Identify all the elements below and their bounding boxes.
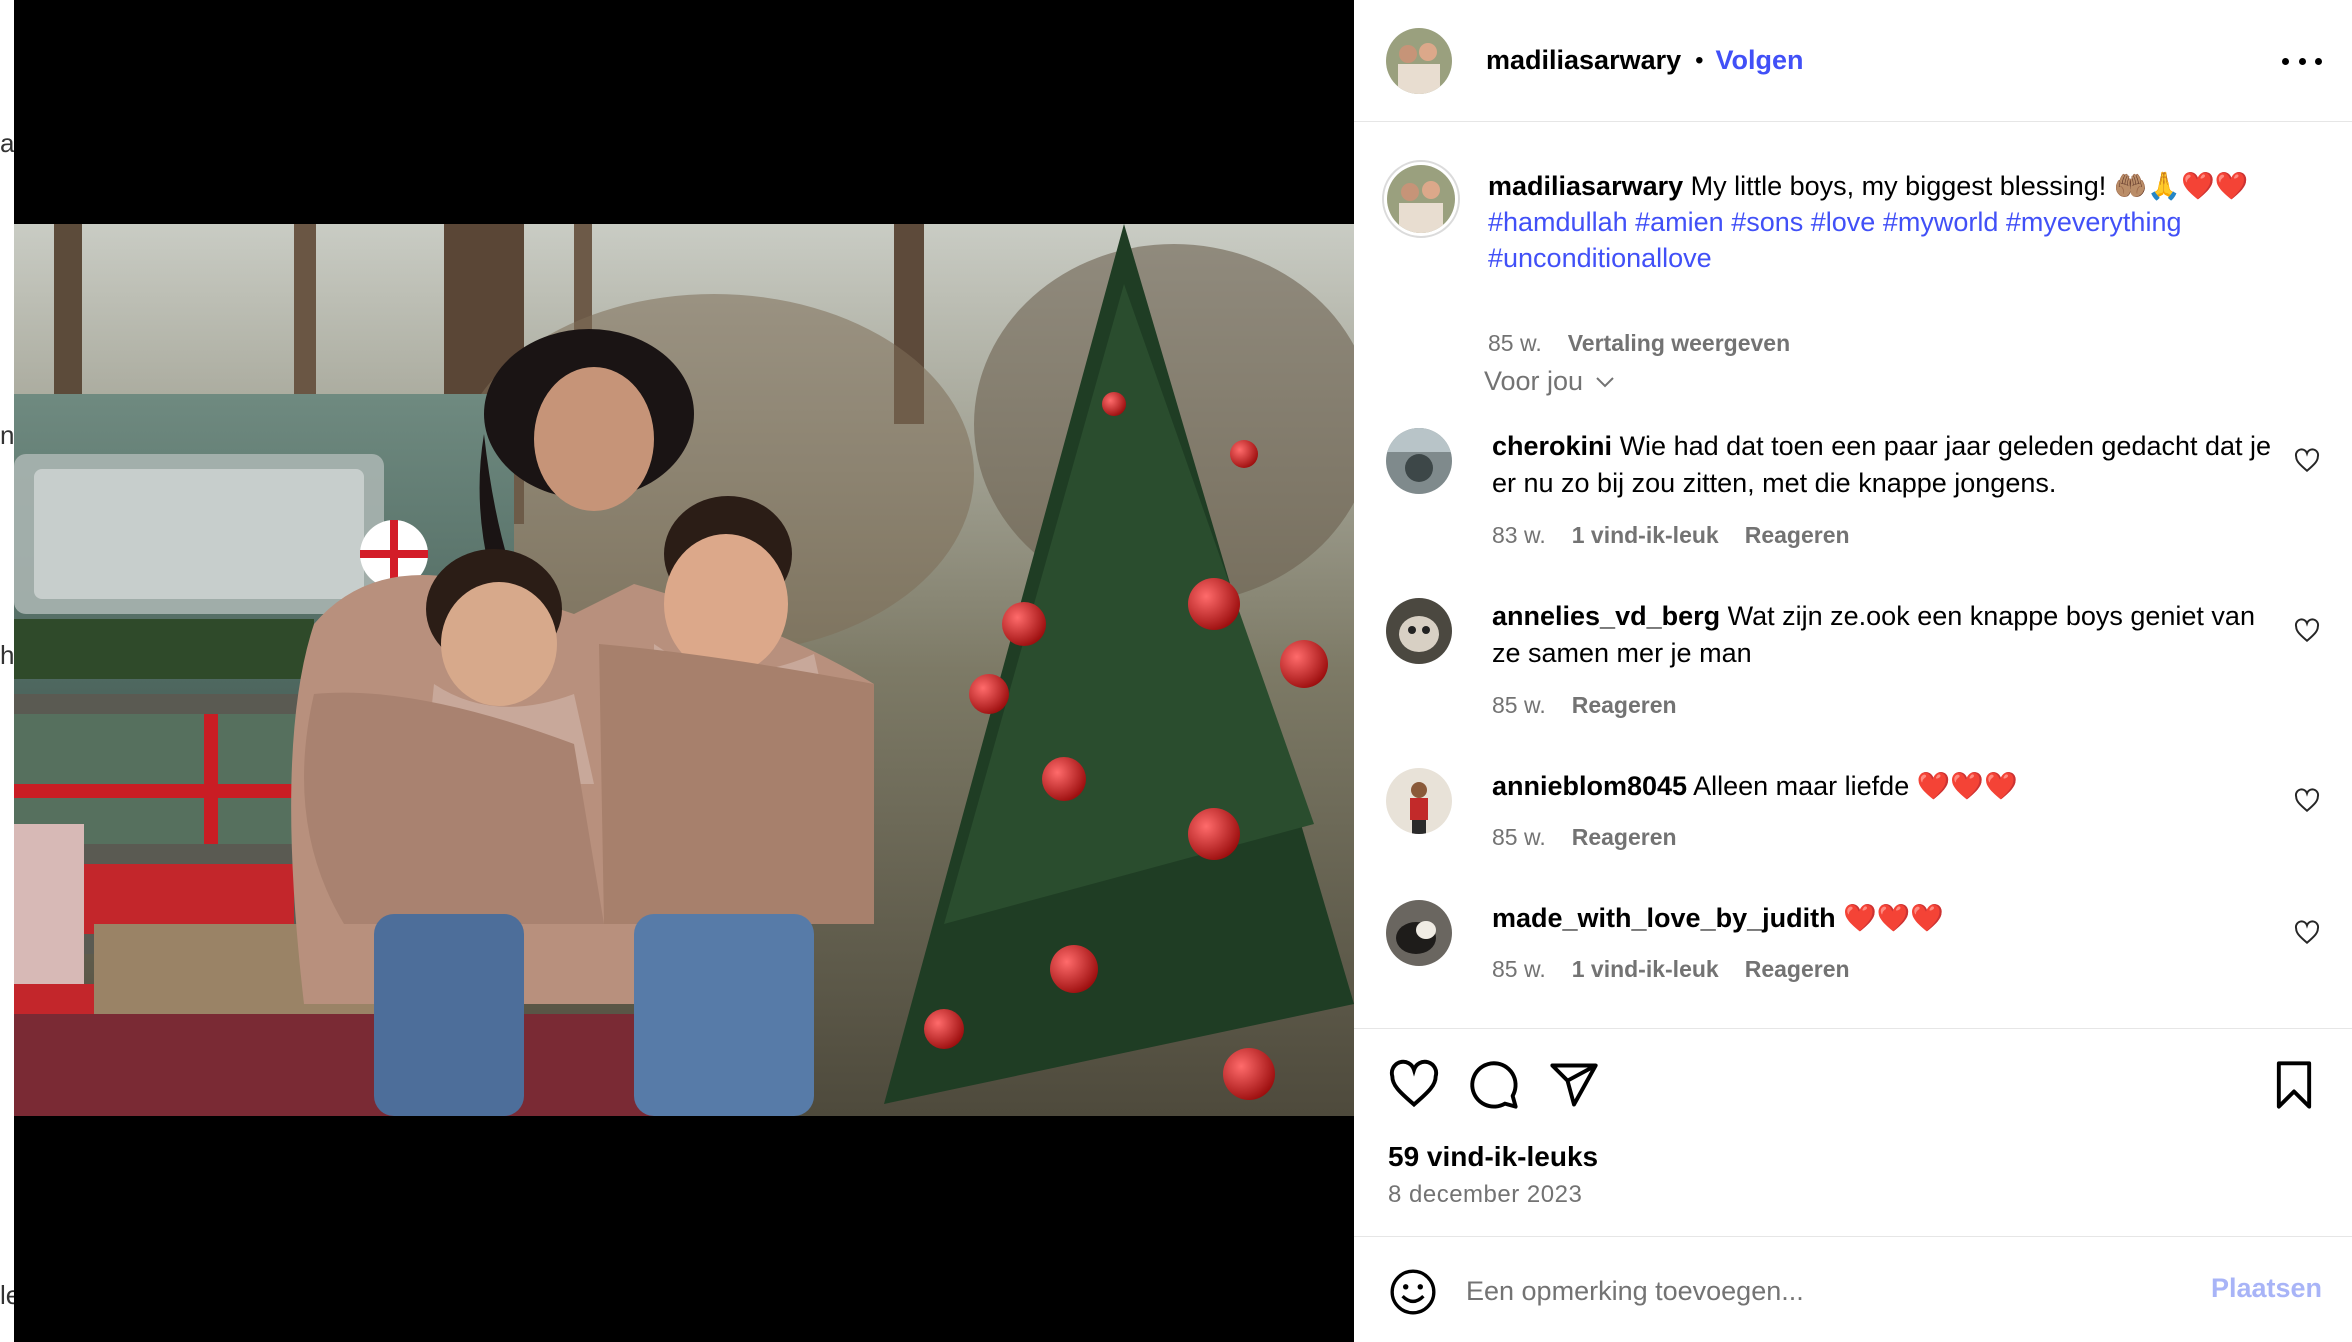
comment-age[interactable]: 85 w.	[1492, 956, 1546, 983]
comment-item: cherokini Wie had dat toen een paar jaar…	[1386, 428, 2326, 548]
follow-button[interactable]: Volgen	[1716, 45, 1804, 76]
commenter-avatar[interactable]	[1386, 598, 1452, 664]
author-avatar[interactable]	[1386, 27, 1452, 94]
commenter-avatar-image	[1386, 598, 1452, 664]
translate-button[interactable]: Vertaling weergeven	[1568, 330, 1790, 357]
commenter-avatar[interactable]	[1386, 428, 1452, 494]
reply-button[interactable]: Reageren	[1572, 692, 1677, 719]
caption-avatar-image	[1387, 165, 1455, 233]
sort-label: Voor jou	[1484, 366, 1584, 396]
sort-dropdown[interactable]: Voor jou	[1484, 366, 1617, 397]
comment-meta: 85 w. 1 vind-ik-leuk Reageren	[1492, 956, 1850, 983]
caption-avatar[interactable]	[1382, 160, 1460, 238]
comment-age[interactable]: 83 w.	[1492, 522, 1546, 549]
comment-meta: 83 w. 1 vind-ik-leuk Reageren	[1492, 522, 1850, 549]
hashtag[interactable]: #love	[1811, 207, 1876, 237]
caption-age[interactable]: 85 w.	[1488, 330, 1542, 357]
comment-input[interactable]	[1466, 1261, 2146, 1321]
hashtag[interactable]: #myworld	[1883, 207, 1999, 237]
caption-text: My little boys, my biggest blessing! 🤲🏽🙏…	[1690, 171, 2249, 201]
caption-username[interactable]: madiliasarwary	[1488, 171, 1683, 201]
comment-body: annieblom8045 Alleen maar liefde ❤️❤️❤️	[1492, 768, 2272, 805]
hashtag[interactable]: #hamdullah	[1488, 207, 1628, 237]
more-icon[interactable]	[2282, 44, 2322, 78]
author-avatar-image	[1386, 27, 1452, 94]
background-page-strip: a n h le	[0, 0, 20, 1342]
comment-meta: 85 w. Reageren	[1492, 824, 1677, 851]
hashtag[interactable]: #amien	[1635, 207, 1724, 237]
post-photo[interactable]	[14, 224, 1354, 1116]
heart-icon[interactable]	[2294, 920, 2320, 946]
post-media-pane	[14, 0, 1354, 1342]
comment-item: made_with_love_by_judith ❤️❤️❤️ 85 w. 1 …	[1386, 900, 2326, 983]
caption-meta: 85 w. Vertaling weergeven	[1488, 330, 1790, 357]
emoji-icon[interactable]	[1388, 1267, 1438, 1317]
background-text-fragment: h	[0, 640, 15, 670]
comment-likes[interactable]: 1 vind-ik-leuk	[1572, 522, 1719, 549]
reply-button[interactable]: Reageren	[1745, 956, 1850, 983]
comment-body: cherokini Wie had dat toen een paar jaar…	[1492, 428, 2272, 502]
share-icon[interactable]	[1548, 1059, 1600, 1111]
hashtag[interactable]: #myeverything	[2006, 207, 2182, 237]
hashtag[interactable]: #sons	[1731, 207, 1803, 237]
commenter-avatar[interactable]	[1386, 900, 1452, 966]
reply-button[interactable]: Reageren	[1572, 824, 1677, 851]
background-text-fragment: a	[0, 128, 15, 158]
comment-age[interactable]: 85 w.	[1492, 824, 1546, 851]
comment-body: annelies_vd_berg Wat zijn ze.ook een kna…	[1492, 598, 2272, 672]
heart-icon[interactable]	[2294, 448, 2320, 474]
post-comment-button[interactable]: Plaatsen	[2211, 1273, 2322, 1304]
post-actions-bar: 59 vind-ik-leuks 8 december 2023	[1354, 1028, 2352, 1238]
comment-age[interactable]: 85 w.	[1492, 692, 1546, 719]
comment-composer: Plaatsen	[1354, 1236, 2352, 1342]
comment-meta: 85 w. Reageren	[1492, 692, 1677, 719]
heart-icon[interactable]	[2294, 618, 2320, 644]
bookmark-icon[interactable]	[2268, 1059, 2320, 1111]
background-text-fragment: n	[0, 420, 15, 450]
like-count[interactable]: 59 vind-ik-leuks	[1388, 1141, 1598, 1173]
commenter-avatar-image	[1386, 428, 1452, 494]
comment-body: made_with_love_by_judith ❤️❤️❤️	[1492, 900, 2272, 937]
comment-item: annieblom8045 Alleen maar liefde ❤️❤️❤️ …	[1386, 768, 2326, 851]
comment-username[interactable]: annieblom8045	[1492, 771, 1687, 801]
post-detail-panel: madiliasarwary • Volgen madiliasarwary M…	[1354, 0, 2352, 1342]
comment-text: Alleen maar liefde ❤️❤️❤️	[1693, 771, 2018, 801]
comment-username[interactable]: cherokini	[1492, 431, 1612, 461]
post-header: madiliasarwary • Volgen	[1354, 0, 2352, 122]
hashtag[interactable]: #unconditionallove	[1488, 243, 1712, 273]
chevron-down-icon	[1596, 376, 1614, 387]
comment-icon[interactable]	[1468, 1059, 1520, 1111]
heart-icon[interactable]	[1388, 1059, 1440, 1111]
comment-likes[interactable]: 1 vind-ik-leuk	[1572, 956, 1719, 983]
comment-item: annelies_vd_berg Wat zijn ze.ook een kna…	[1386, 598, 2326, 718]
comment-username[interactable]: annelies_vd_berg	[1492, 601, 1720, 631]
commenter-avatar-image	[1386, 900, 1452, 966]
reply-button[interactable]: Reageren	[1745, 522, 1850, 549]
heart-icon[interactable]	[2294, 788, 2320, 814]
caption-text-block: madiliasarwary My little boys, my bigges…	[1488, 168, 2288, 276]
post-date: 8 december 2023	[1388, 1181, 1583, 1208]
comment-username[interactable]: made_with_love_by_judith	[1492, 903, 1836, 933]
comment-text: ❤️❤️❤️	[1843, 903, 1944, 933]
commenter-avatar[interactable]	[1386, 768, 1452, 834]
author-username[interactable]: madiliasarwary	[1486, 45, 1681, 76]
family-christmas-photo	[14, 224, 1354, 1116]
separator-dot: •	[1695, 46, 1704, 74]
comments-section[interactable]: madiliasarwary My little boys, my bigges…	[1354, 122, 2352, 1028]
commenter-avatar-image	[1386, 768, 1452, 834]
